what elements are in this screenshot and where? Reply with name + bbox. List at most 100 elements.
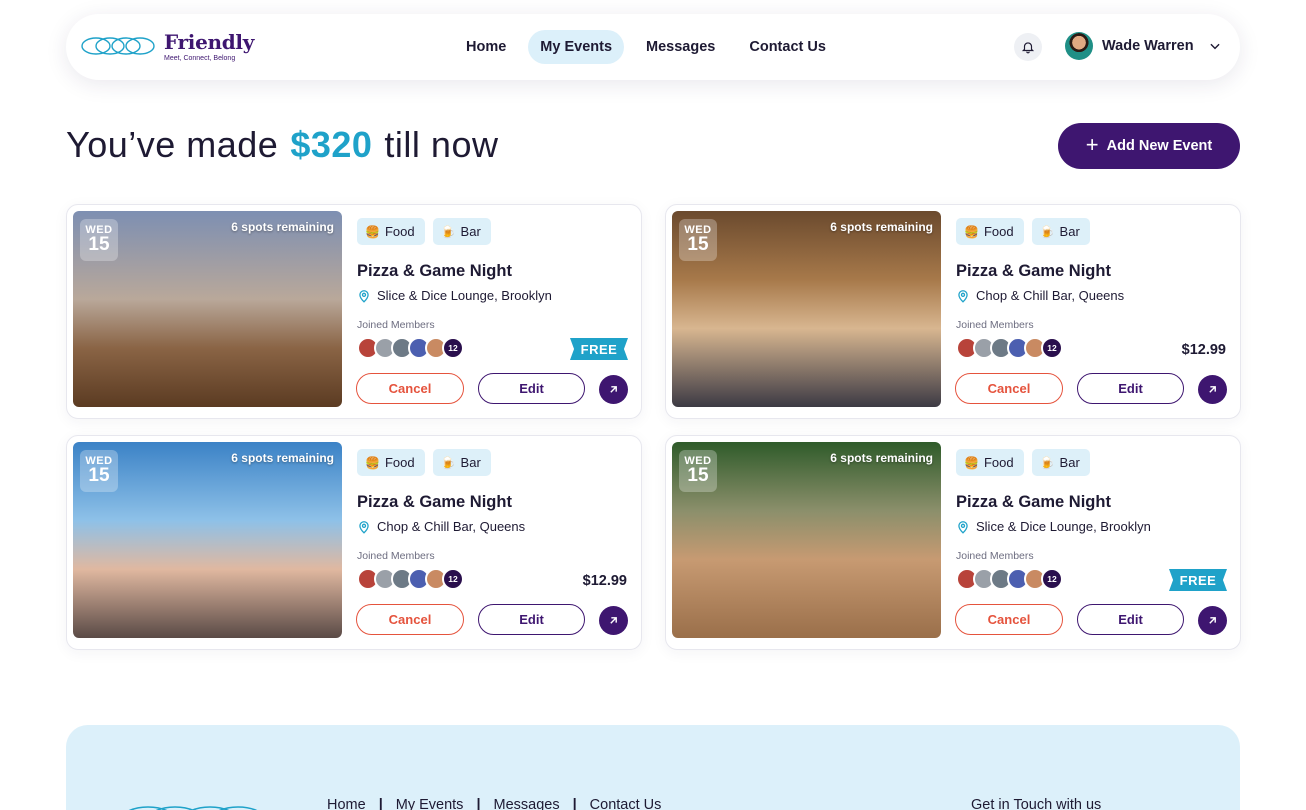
tag-food: 🍔 Food (956, 449, 1024, 476)
event-title: Pizza & Game Night (956, 262, 1111, 280)
earnings-headline: You’ve made $320 till now (66, 124, 498, 166)
event-price: $12.99 (1181, 342, 1226, 358)
edit-button[interactable]: Edit (478, 373, 585, 404)
event-tags: 🍔 Food 🍺 Bar (357, 449, 491, 476)
main-nav: Home My Events Messages Contact Us (454, 30, 838, 64)
footer: Home | My Events | Messages | Contact Us Ge… (66, 725, 1240, 810)
add-new-event-label: Add New Event (1106, 138, 1213, 154)
burger-icon: 🍔 (964, 224, 979, 239)
event-card[interactable]: WED 15 6 spots remaining 🍔 Food 🍺 Bar Pizza & G… (66, 204, 642, 419)
event-tags: 🍔 Food 🍺 Bar (357, 218, 491, 245)
event-location-text: Chop & Chill Bar, Queens (377, 519, 526, 534)
user-name: Wade Warren (1102, 38, 1194, 54)
arrow-up-right-icon (1209, 386, 1216, 393)
tag-label: Food (384, 455, 415, 470)
open-event-button[interactable] (599, 375, 628, 404)
event-day: 15 (88, 234, 110, 255)
joined-members-avatars: 12 (357, 568, 464, 590)
notifications-button[interactable] (1014, 33, 1042, 61)
tag-bar: 🍺 Bar (1031, 449, 1090, 476)
edit-button[interactable]: Edit (478, 604, 585, 635)
event-photo: WED 15 6 spots remaining (672, 442, 941, 638)
event-card[interactable]: WED 15 6 spots remaining 🍔 Food 🍺 Bar Pizza & G… (66, 435, 642, 650)
user-menu[interactable]: Wade Warren (1065, 32, 1222, 60)
burger-icon: 🍔 (365, 455, 380, 470)
joined-members-label: Joined Members (357, 550, 435, 562)
footer-link-contact-us[interactable]: Contact Us (590, 797, 662, 810)
tag-food: 🍔 Food (956, 218, 1024, 245)
event-photo: WED 15 6 spots remaining (73, 442, 342, 638)
spots-remaining: 6 spots remaining (231, 451, 334, 465)
event-price: $12.99 (582, 573, 627, 589)
burger-icon: 🍔 (365, 224, 380, 239)
footer-contact-heading: Get in Touch with us (971, 797, 1102, 810)
event-date-badge: WED 15 (80, 219, 118, 261)
event-day: 15 (88, 465, 110, 486)
joined-members-label: Joined Members (956, 550, 1034, 562)
event-day: 15 (687, 234, 709, 255)
event-location: Chop & Chill Bar, Queens (956, 288, 1124, 303)
event-date-badge: WED 15 (80, 450, 118, 492)
nav-messages[interactable]: Messages (634, 30, 727, 64)
arrow-up-right-icon (610, 386, 617, 393)
event-title: Pizza & Game Night (956, 493, 1111, 511)
brand-logo[interactable]: Friendly Meet, Connect, Belong (80, 28, 254, 64)
location-pin-icon (359, 520, 369, 534)
event-tags: 🍔 Food 🍺 Bar (956, 449, 1090, 476)
spots-remaining: 6 spots remaining (231, 220, 334, 234)
nav-my-events[interactable]: My Events (528, 30, 625, 64)
location-pin-icon (958, 520, 968, 534)
event-location-text: Slice & Dice Lounge, Brooklyn (377, 288, 552, 303)
joined-members-label: Joined Members (956, 319, 1034, 331)
user-avatar (1065, 32, 1093, 60)
member-count-badge: 12 (1041, 337, 1063, 359)
tag-bar: 🍺 Bar (1031, 218, 1090, 245)
cancel-button[interactable]: Cancel (955, 373, 1063, 404)
footer-link-messages[interactable]: Messages (494, 797, 560, 810)
footer-logo-icon (128, 806, 258, 810)
open-event-button[interactable] (1198, 375, 1227, 404)
spots-remaining: 6 spots remaining (830, 220, 933, 234)
edit-button[interactable]: Edit (1077, 604, 1184, 635)
nav-contact-us[interactable]: Contact Us (737, 30, 838, 64)
tag-label: Food (384, 224, 415, 239)
joined-members-label: Joined Members (357, 319, 435, 331)
tag-label: Food (983, 224, 1014, 239)
cancel-button[interactable]: Cancel (356, 604, 464, 635)
arrow-up-right-icon (1209, 617, 1216, 624)
headline-suffix: till now (384, 124, 499, 165)
footer-nav: Home | My Events | Messages | Contact Us (327, 797, 661, 810)
tag-label: Bar (1059, 224, 1080, 239)
open-event-button[interactable] (599, 606, 628, 635)
event-photo: WED 15 6 spots remaining (73, 211, 342, 407)
event-title: Pizza & Game Night (357, 262, 512, 280)
tag-food: 🍔 Food (357, 218, 425, 245)
event-photo: WED 15 6 spots remaining (672, 211, 941, 407)
event-card[interactable]: WED 15 6 spots remaining 🍔 Food 🍺 Bar Pizza & G… (665, 435, 1241, 650)
joined-members-avatars: 12 (956, 337, 1063, 359)
event-card[interactable]: WED 15 6 spots remaining 🍔 Food 🍺 Bar Pizza & G… (665, 204, 1241, 419)
event-location: Slice & Dice Lounge, Brooklyn (956, 519, 1151, 534)
plus-icon: + (1085, 132, 1099, 157)
earnings-amount: $320 (290, 124, 373, 165)
headline-prefix: You’ve made (66, 124, 279, 165)
edit-button[interactable]: Edit (1077, 373, 1184, 404)
location-pin-icon (359, 289, 369, 303)
location-pin-icon (958, 289, 968, 303)
footer-link-home[interactable]: Home (327, 797, 366, 810)
top-navbar: Friendly Meet, Connect, Belong Home My E… (66, 14, 1240, 80)
cancel-button[interactable]: Cancel (356, 373, 464, 404)
cancel-button[interactable]: Cancel (955, 604, 1063, 635)
event-tags: 🍔 Food 🍺 Bar (956, 218, 1090, 245)
add-new-event-button[interactable]: + Add New Event (1058, 123, 1240, 169)
nav-home[interactable]: Home (454, 30, 518, 64)
open-event-button[interactable] (1198, 606, 1227, 635)
joined-members-avatars: 12 (357, 337, 464, 359)
drink-icon: 🍺 (440, 455, 456, 470)
footer-link-my-events[interactable]: My Events (396, 797, 464, 810)
tag-label: Bar (1059, 455, 1080, 470)
bell-icon (1021, 42, 1035, 54)
brand-name: Friendly (164, 29, 255, 54)
arrow-up-right-icon (610, 617, 617, 624)
event-day: 15 (687, 465, 709, 486)
